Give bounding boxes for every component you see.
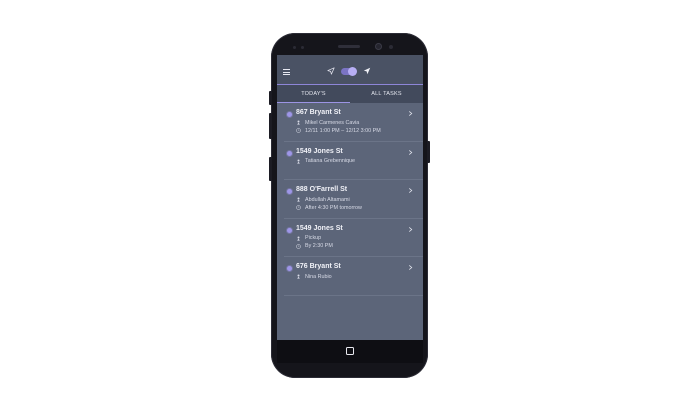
clock-icon bbox=[296, 128, 301, 133]
side-key-button bbox=[269, 157, 272, 181]
sensor-dot bbox=[389, 45, 393, 49]
task-person: Mikel Carmenes Cavia bbox=[305, 119, 360, 126]
task-time-row: By 2:30 PM bbox=[296, 243, 333, 249]
clock-icon bbox=[296, 205, 301, 210]
tracking-toggle[interactable] bbox=[341, 67, 357, 76]
task-time: By 2:30 PM bbox=[305, 243, 333, 249]
status-dot-icon bbox=[287, 266, 292, 271]
app-bar bbox=[277, 55, 423, 85]
stage: TODAY'S ALL TASKS 867 Bryant St Mikel Ca… bbox=[0, 0, 700, 400]
task-person: Nina Rubio bbox=[305, 273, 332, 280]
task-address: 676 Bryant St bbox=[296, 263, 341, 270]
chevron-right-icon[interactable] bbox=[408, 188, 413, 193]
task-address: 888 O'Farrell St bbox=[296, 186, 348, 193]
navigation-arrow-outline-icon[interactable] bbox=[327, 67, 335, 75]
sensor-dot bbox=[301, 46, 304, 49]
volume-up-button bbox=[269, 91, 272, 105]
task-person-row: Tatiana Grebennique bbox=[296, 158, 355, 164]
sensor-dot bbox=[293, 46, 296, 49]
person-pin-icon bbox=[297, 120, 300, 125]
tab-todays[interactable]: TODAY'S bbox=[277, 85, 350, 103]
task-item[interactable]: 1549 Jones St Pickup By 2:30 PM bbox=[284, 219, 423, 257]
chevron-right-icon[interactable] bbox=[408, 265, 413, 270]
power-button bbox=[427, 141, 430, 163]
person-pin-icon bbox=[297, 159, 300, 164]
task-item[interactable]: 867 Bryant St Mikel Carmenes Cavia 12/11… bbox=[284, 103, 423, 142]
task-time-row: After 4:30 PM tomorrow bbox=[296, 205, 362, 211]
person-pin-icon bbox=[297, 236, 300, 241]
task-person-row: Mikel Carmenes Cavia bbox=[296, 120, 359, 126]
person-pin-icon bbox=[297, 197, 300, 202]
status-dot-icon bbox=[287, 150, 292, 156]
task-item[interactable]: 1549 Jones St Tatiana Grebennique bbox=[284, 142, 423, 180]
task-address: 1549 Jones St bbox=[296, 147, 343, 155]
task-list: 867 Bryant St Mikel Carmenes Cavia 12/11… bbox=[277, 103, 423, 296]
front-camera-icon bbox=[375, 43, 382, 50]
clock-icon bbox=[296, 243, 301, 249]
task-time: 12/11 1:00 PM – 12/12 3:00 PM bbox=[305, 127, 381, 134]
app-screen: TODAY'S ALL TASKS 867 Bryant St Mikel Ca… bbox=[277, 55, 423, 340]
chevron-right-icon[interactable] bbox=[408, 149, 413, 155]
task-person: Abdullah Altamami bbox=[305, 196, 350, 203]
chevron-right-icon[interactable] bbox=[408, 226, 413, 232]
home-button-icon[interactable] bbox=[346, 347, 354, 355]
task-time-row: 12/11 1:00 PM – 12/12 3:00 PM bbox=[296, 128, 381, 134]
task-time: After 4:30 PM tomorrow bbox=[305, 204, 362, 211]
task-item[interactable]: 888 O'Farrell St Abdullah Altamami After… bbox=[284, 180, 423, 219]
volume-down-button bbox=[269, 113, 272, 139]
task-person-row: Pickup bbox=[296, 235, 321, 241]
task-address: 867 Bryant St bbox=[296, 109, 341, 116]
earpiece-speaker bbox=[338, 45, 360, 48]
chevron-right-icon[interactable] bbox=[408, 111, 413, 116]
task-item[interactable]: 676 Bryant St Nina Rubio bbox=[284, 257, 423, 296]
task-person-row: Nina Rubio bbox=[296, 274, 332, 280]
task-person-row: Abdullah Altamami bbox=[296, 197, 350, 203]
tab-bar: TODAY'S ALL TASKS bbox=[277, 85, 423, 103]
person-pin-icon bbox=[297, 274, 300, 279]
hamburger-menu-icon[interactable] bbox=[283, 69, 290, 75]
task-person: Tatiana Grebennique bbox=[305, 158, 356, 164]
status-dot-icon bbox=[287, 189, 292, 194]
toggle-knob bbox=[348, 67, 357, 76]
status-dot-icon bbox=[287, 112, 292, 117]
tab-all-tasks[interactable]: ALL TASKS bbox=[350, 85, 423, 103]
navigation-arrow-filled-icon[interactable] bbox=[363, 67, 371, 75]
task-person: Pickup bbox=[305, 235, 322, 241]
system-nav-bar bbox=[277, 340, 423, 363]
status-dot-icon bbox=[287, 227, 292, 233]
task-address: 1549 Jones St bbox=[296, 224, 343, 232]
